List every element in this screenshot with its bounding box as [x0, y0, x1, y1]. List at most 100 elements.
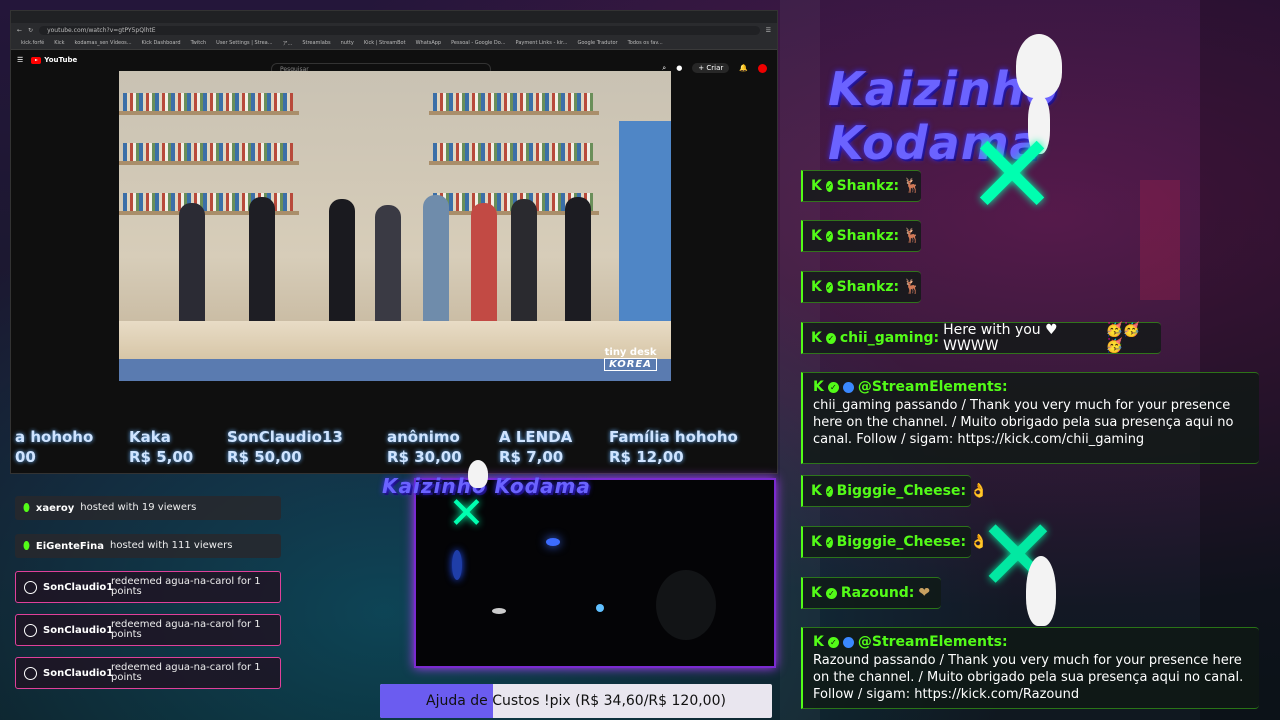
chat-message: K ✓ Shankz: 🦌: [801, 271, 921, 303]
verified-badge-icon: ✓: [827, 381, 839, 393]
bot-message-text: Razound passando / Thank you very much f…: [813, 653, 1244, 702]
redeem-text: redeemed agua-na-carol for 1 points: [111, 662, 261, 683]
chat-username: Shankz:: [836, 279, 900, 295]
redeem-user: SonClaudio1: [43, 581, 114, 593]
video-player[interactable]: tiny desk KOREA: [119, 71, 671, 381]
verified-badge-icon: ✓: [825, 485, 833, 497]
bookmark-item[interactable]: ア...: [283, 40, 293, 47]
verified-badge-icon: ✓: [825, 180, 833, 192]
bookmark-item[interactable]: Kick | StreamBot: [364, 40, 406, 46]
host-alert: ⬮ EiGenteFina hosted with 111 viewers: [15, 534, 281, 558]
bookmark-item[interactable]: Kick Dashboard: [142, 40, 181, 46]
points-icon: [24, 623, 37, 637]
donation-ticker: a hohoho 00 Kaka R$ 5,00 SonClaudio13 R$ 50,0…: [11, 427, 777, 467]
chat-username: Razound:: [840, 585, 915, 601]
avatar[interactable]: [758, 63, 767, 73]
mic-icon[interactable]: ●: [676, 64, 682, 72]
menu-icon[interactable]: ☰: [17, 56, 23, 64]
redeem-alert: SonClaudio1 redeemed agua-na-carol for 1 …: [15, 614, 281, 646]
bot-message-header: K ✓ @StreamElements:: [813, 634, 1249, 650]
chat-username: chii_gaming:: [839, 330, 940, 346]
performer: [565, 197, 591, 333]
blue-panel: [619, 121, 671, 321]
chat-emote: 👌: [970, 534, 988, 550]
bookmark-item[interactable]: kick.forfé: [21, 40, 44, 46]
kick-badge-icon: K: [813, 634, 824, 650]
redeem-alert: SonClaudio1 redeemed agua-na-carol for 1 …: [15, 657, 281, 689]
kodama-icon: [1026, 556, 1056, 626]
back-icon[interactable]: ←: [17, 27, 22, 34]
chat-text: Here with you ♥ WWWW: [943, 322, 1058, 354]
moderator-badge-icon: [842, 381, 854, 393]
chat-username: Bigggie_Cheese:: [836, 534, 967, 550]
donor-name: A LENDA: [499, 428, 573, 446]
chat-emote: ❤: [918, 585, 931, 601]
donation-goal-bar: Ajuda de Custos !pix (R$ 34,60/R$ 120,00…: [380, 684, 772, 718]
donor-name: a hohoho: [15, 428, 94, 446]
verified-badge-icon: ✓: [825, 230, 833, 242]
cam-light: [492, 608, 506, 614]
kick-badge-icon: K: [811, 228, 822, 244]
chat-emote: 🦌: [903, 279, 921, 295]
create-label: Criar: [706, 64, 724, 72]
books: [123, 93, 293, 111]
cam-light: [452, 550, 462, 580]
bookmark-item[interactable]: Pessoal - Google Do...: [451, 40, 505, 46]
host-user: EiGenteFina: [35, 540, 104, 552]
chat-emote: 🦌: [903, 178, 921, 194]
create-button[interactable]: + Criar: [692, 63, 730, 73]
bot-message: K ✓ @StreamElements: Razound passando / Tha…: [801, 627, 1259, 709]
bookmark-item[interactable]: Payment Links - kir...: [516, 40, 568, 46]
chat-message: K ✓ Bigggie_Cheese: 👌: [801, 475, 988, 507]
verified-badge-icon: ✓: [825, 281, 833, 293]
redeem-text: redeemed agua-na-carol for 1 points: [111, 576, 261, 597]
bookmark-item[interactable]: User Settings | Strea...: [216, 40, 272, 46]
shelf: [429, 161, 599, 165]
bookmark-item[interactable]: Kick: [54, 40, 64, 46]
bookmark-item[interactable]: WhatsApp: [416, 40, 442, 46]
shelf: [119, 111, 299, 115]
notifications-icon[interactable]: 🔔: [739, 64, 748, 72]
kick-badge-icon: K: [811, 178, 822, 194]
bookmark-item[interactable]: Google Tradutor: [578, 40, 618, 46]
cam-person: [656, 570, 716, 640]
points-icon: [24, 580, 37, 594]
donation-item: a hohoho 00: [15, 427, 93, 467]
bookmark-item[interactable]: kodamas_sen Vídeos...: [75, 40, 132, 46]
goal-label: Ajuda de Custos !pix (R$ 34,60/R$ 120,00…: [426, 693, 726, 709]
chat-username: @StreamElements:: [857, 634, 1008, 650]
points-icon: [24, 666, 37, 680]
kick-badge-icon: K: [811, 585, 822, 601]
chat-username: Shankz:: [836, 178, 900, 194]
bookmark-item[interactable]: Todos os fav...: [628, 40, 663, 46]
performer: [471, 203, 497, 333]
reload-icon[interactable]: ↻: [28, 27, 33, 34]
chat-username: Shankz:: [836, 228, 900, 244]
shelf: [119, 161, 299, 165]
donor-name: Kaka: [129, 428, 171, 446]
youtube-logo[interactable]: YouTube: [31, 56, 77, 64]
url-field[interactable]: youtube.com/watch?v=gtPY5pQlhtE: [39, 25, 760, 35]
chat-message: K ✓ Shankz: 🦌: [801, 170, 921, 202]
kodama-icon: [1016, 34, 1062, 98]
chat-message: K ✓ chii_gaming: Here with you ♥ WWWW 🥳🥳🥳: [801, 322, 1161, 354]
donor-name: anônimo: [387, 428, 460, 446]
desk-front: [119, 359, 671, 381]
cam-light: [546, 538, 560, 546]
header-actions: ⌕ ● + Criar 🔔: [662, 63, 767, 73]
verified-badge-icon: ✓: [825, 536, 833, 548]
extensions-icon[interactable]: ☰: [766, 27, 771, 34]
performer: [249, 197, 275, 333]
verified-badge-icon: ✓: [827, 636, 839, 648]
kick-badge-icon: K: [813, 379, 824, 395]
bookmark-item[interactable]: nutty: [341, 40, 354, 46]
bookmark-item[interactable]: Streamlabs: [302, 40, 330, 46]
kick-badge-icon: K: [811, 330, 822, 346]
donation-amount: R$ 30,00: [387, 448, 462, 466]
youtube-play-icon: [31, 56, 42, 64]
tiny-desk-logo: tiny desk KOREA: [604, 347, 657, 371]
redeem-user: SonClaudio1: [43, 667, 114, 679]
donation-item: SonClaudio13 R$ 50,00: [227, 427, 343, 467]
bookmark-item[interactable]: Twitch: [191, 40, 207, 46]
browser-window: ← ↻ youtube.com/watch?v=gtPY5pQlhtE ☰ ki…: [10, 10, 778, 474]
